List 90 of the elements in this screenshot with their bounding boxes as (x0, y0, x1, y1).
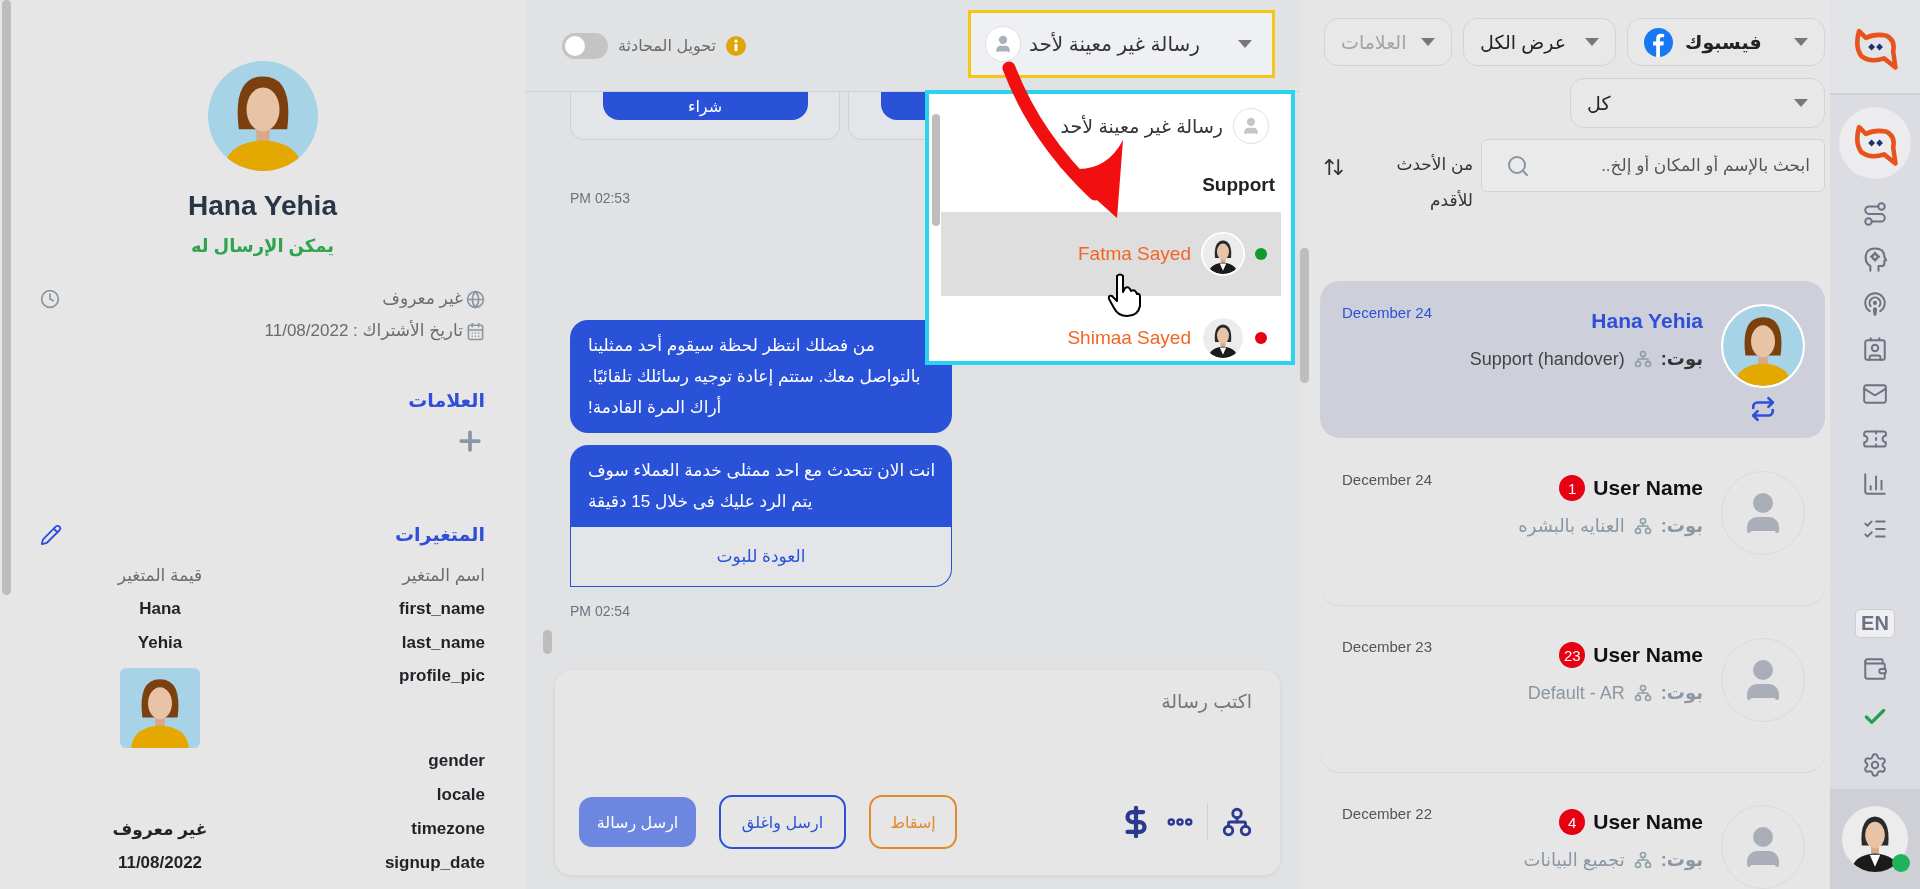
bot-label: بوت: (1660, 682, 1703, 704)
flow-name: تجميع البيانات (1523, 849, 1625, 871)
user-icon (993, 34, 1013, 54)
conversation-date: December 23 (1342, 638, 1433, 655)
variable-name: locale (435, 784, 485, 806)
timestamp: PM 02:54 (570, 603, 630, 619)
variable-value: Hana (138, 598, 182, 620)
caret-icon (1794, 99, 1808, 107)
branch-icon (1632, 850, 1653, 870)
contact-name: Hana Yehia (1591, 309, 1703, 333)
unread-badge: 1 (1559, 475, 1586, 501)
flow-name: Support (handover) (1469, 348, 1625, 370)
channel-dropdown[interactable]: فيسبوك (1627, 18, 1825, 66)
transfer-icon[interactable] (1750, 396, 1776, 422)
variable-name: profile_pic (398, 665, 485, 687)
section-title: العلامات (408, 389, 485, 413)
contact-name: User Name (1593, 476, 1703, 500)
avatar (1203, 234, 1243, 274)
toggle-label: تحويل المحادثة (618, 36, 716, 55)
signup-text: تاريخ الأشتراك : 11/08/2022 (264, 319, 463, 343)
variable-name: first_name (398, 598, 485, 620)
group-label: Support (1201, 173, 1276, 197)
scrollbar[interactable] (2, 0, 11, 595)
sort-label[interactable]: من الأحدث للأقدم (1374, 147, 1473, 219)
contact-status: يمكن الإرسال له (189, 235, 336, 259)
caret-icon (1794, 38, 1808, 46)
composer-button[interactable]: ارسل واغلق (719, 795, 846, 849)
message-bubble: انت الان تتحدث مع احد ممثلى خدمة العملاء سوف يتم الرد عليك فى خلال 15 دقيقة (570, 445, 952, 527)
section-title: المتغيرات (394, 523, 485, 548)
edit-icon[interactable] (40, 524, 62, 546)
back-to-bot-button[interactable]: العودة للبوت (570, 527, 952, 587)
broadcast-icon[interactable] (1862, 290, 1888, 317)
variable-value: غير معروف (111, 818, 209, 842)
contact-card-icon[interactable] (1862, 335, 1888, 362)
avatar (1203, 318, 1243, 358)
unread-badge: 4 (1559, 809, 1586, 835)
variable-value: 11/08/2022 (116, 852, 204, 874)
variable-name: last_name (400, 632, 485, 654)
calendar-icon (466, 321, 485, 341)
card-button[interactable]: شراء (602, 92, 808, 120)
column-header: قيمة المتغير (116, 564, 204, 587)
transfer-toggle[interactable] (562, 32, 608, 59)
location-text: غير معروف (382, 288, 463, 310)
variable-name: gender (427, 750, 485, 772)
caret-icon (1421, 38, 1435, 46)
wallet-icon[interactable] (1862, 656, 1888, 682)
assignee-dropdown[interactable]: رسالة غير معينة لأحد (968, 10, 1275, 78)
hand-cursor-icon (1107, 272, 1141, 318)
bot-label: بوت: (1660, 348, 1703, 370)
bot-label: بوت: (1660, 849, 1703, 871)
conversation-date: December 22 (1342, 805, 1433, 822)
bar-chart-icon[interactable] (1862, 470, 1888, 497)
contact-name: User Name (1593, 810, 1703, 834)
contact-name: Hana Yehia (187, 189, 339, 223)
scrollbar[interactable] (543, 630, 552, 654)
clock-icon (40, 289, 60, 309)
message-input[interactable]: اكتب رسالة (579, 688, 1254, 795)
route-icon[interactable] (1862, 200, 1888, 227)
flow-name: Default - AR (1527, 682, 1625, 704)
settings-icon[interactable] (1862, 752, 1888, 778)
contact-name: User Name (1593, 643, 1703, 667)
info-icon (726, 35, 746, 56)
scrollbar[interactable] (1300, 248, 1309, 383)
unread-badge: 23 (1559, 642, 1586, 668)
message-bubble: من فضلك انتظر لحظة سيقوم أحد ممثلينا بالتواصل معك. ستتم إعادة توجيه رسائلك تلقائيًا. أراك المرة القادمة! (570, 320, 952, 433)
composer-box[interactable]: اكتب رسالة ارسل رسالة ارسل واغلق إسقاط (555, 670, 1280, 875)
caret-icon (1585, 38, 1599, 46)
branch-icon (1632, 683, 1653, 703)
variable-name: timezone (410, 818, 485, 840)
bot-label: بوت: (1660, 515, 1703, 537)
scrollbar[interactable] (932, 114, 940, 226)
variable-value: Yehia (136, 632, 184, 654)
flow-name: العنايه بالبشره (1518, 515, 1625, 537)
conversation-date: December 24 (1342, 304, 1433, 321)
variable-name: signup_date (383, 852, 485, 874)
globe-icon (466, 289, 485, 309)
branch-icon (1220, 805, 1254, 839)
column-header: اسم المتغير (400, 564, 485, 587)
conversation-date: December 24 (1342, 471, 1433, 488)
branch-icon (1632, 349, 1653, 369)
timestamp: PM 02:53 (570, 190, 630, 206)
user-icon (1241, 116, 1261, 136)
status-dropdown[interactable]: كل (1570, 78, 1825, 128)
filter-dropdown[interactable]: عرض الكل (1463, 18, 1616, 66)
search-icon (1506, 153, 1530, 178)
caret-icon (1238, 40, 1252, 48)
language-switch[interactable]: EN (1855, 608, 1895, 638)
facebook-icon (1644, 27, 1673, 57)
branch-icon (1632, 516, 1653, 536)
menu-item[interactable]: رسالة غير معينة لأحد (941, 94, 1281, 158)
